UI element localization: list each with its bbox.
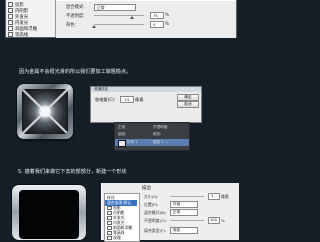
fill-type-select[interactable]: 渐变 — [170, 227, 198, 234]
fill-type-label: 填充类型(F): — [144, 228, 167, 233]
style-item[interactable]: 等高线 — [8, 32, 28, 38]
blend-row: 正常 不透明度: — [118, 125, 169, 129]
layer-row-selected[interactable]: 形状 1 图层 1 ... — [115, 139, 189, 147]
slider-knob-icon[interactable] — [130, 16, 134, 19]
layer-thumbnail-icon — [118, 140, 126, 147]
metal-button-preview — [17, 84, 73, 139]
opacity-slider[interactable] — [94, 15, 144, 17]
ok-button[interactable]: 确定 — [177, 94, 199, 101]
opacity-unit: % — [165, 13, 170, 18]
step-caption: 5. 描着我们来做它下去的部部分，新建一个形状 — [18, 169, 127, 175]
layer-style-panel-top: 投影 内阴影 外发光 内发光 斜面和浮雕 等高线 混合模式: 正常 不透明度: … — [5, 0, 237, 38]
opacity-unit: % — [221, 218, 225, 223]
size-label: 大小(S): — [144, 194, 159, 199]
stroke-settings: 大小(S): 3 像素 位置(P): 外部 混合模式(B): 正常 不透明度(O… — [142, 192, 237, 239]
noise-unit: % — [165, 22, 170, 27]
style-list-top: 投影 内阴影 外发光 内发光 斜面和浮雕 等高线 — [6, 0, 56, 38]
checkbox[interactable] — [8, 2, 13, 7]
lock-row: 锁定: 填充: — [118, 132, 162, 136]
metal-x-highlight-icon — [22, 89, 68, 134]
opacity-slider[interactable] — [170, 220, 204, 222]
dialog-titlebar: 收缩选区 — [91, 87, 201, 92]
layer-style-dialog: 描边 样式 混合选项:默认 投影 内阴影 外发光 内发光 斜面和浮雕 等高线 纹… — [101, 183, 239, 242]
checkbox[interactable] — [8, 32, 13, 37]
checkbox[interactable] — [8, 14, 13, 19]
slider-knob-icon[interactable] — [92, 25, 96, 28]
size-field[interactable]: 3 — [208, 193, 220, 200]
contract-amount-label: 收缩量(C): — [95, 97, 116, 102]
size-slider[interactable] — [170, 196, 204, 198]
size-unit: 像素 — [221, 194, 229, 199]
style-list: 样式 混合选项:默认 投影 内阴影 外发光 内发光 斜面和浮雕 等高线 纹理 — [104, 193, 140, 242]
blend-mode-select[interactable]: 正常 — [94, 4, 136, 11]
blend-mode-label: 混合模式: — [66, 5, 85, 10]
opacity-field[interactable]: 100 — [208, 217, 220, 224]
blend-mode-select[interactable]: 正常 — [170, 209, 198, 216]
checkbox[interactable] — [8, 20, 13, 25]
contract-unit: 像素 — [135, 97, 144, 102]
step-caption: 因为金属不会很光滑的所以我们要加工做粗糙点。 — [19, 69, 132, 75]
noise-label: 杂色: — [66, 23, 77, 28]
checkbox[interactable] — [8, 8, 13, 13]
noise-slider[interactable] — [94, 24, 144, 26]
position-label: 位置(P): — [144, 202, 159, 207]
contract-selection-dialog: 收缩选区 收缩量(C): 15 像素 确定 取消 — [90, 86, 202, 123]
layers-panel: 正常 不透明度: 锁定: 填充: 形状 1 图层 1 ... — [114, 122, 190, 151]
checkbox[interactable] — [8, 26, 13, 31]
opacity-field[interactable]: 75 — [150, 12, 164, 19]
frame-button-preview — [12, 185, 86, 240]
contract-amount-input[interactable]: 15 — [120, 96, 134, 103]
style-item[interactable]: 纹理 — [107, 235, 121, 241]
opacity-label: 不透明度: — [66, 14, 85, 19]
blend-mode-label: 混合模式(B): — [144, 210, 167, 215]
metal-button-face — [22, 89, 68, 134]
position-select[interactable]: 外部 — [170, 201, 198, 208]
style-settings-top: 混合模式: 正常 不透明度: 75 % 杂色: 0 % — [56, 0, 236, 38]
frame-button-hole — [19, 190, 79, 239]
opacity-label: 不透明度(O): — [144, 218, 167, 223]
noise-field[interactable]: 0 — [150, 21, 164, 28]
cancel-button[interactable]: 取消 — [177, 101, 199, 108]
section-title: 描边 — [142, 186, 151, 191]
